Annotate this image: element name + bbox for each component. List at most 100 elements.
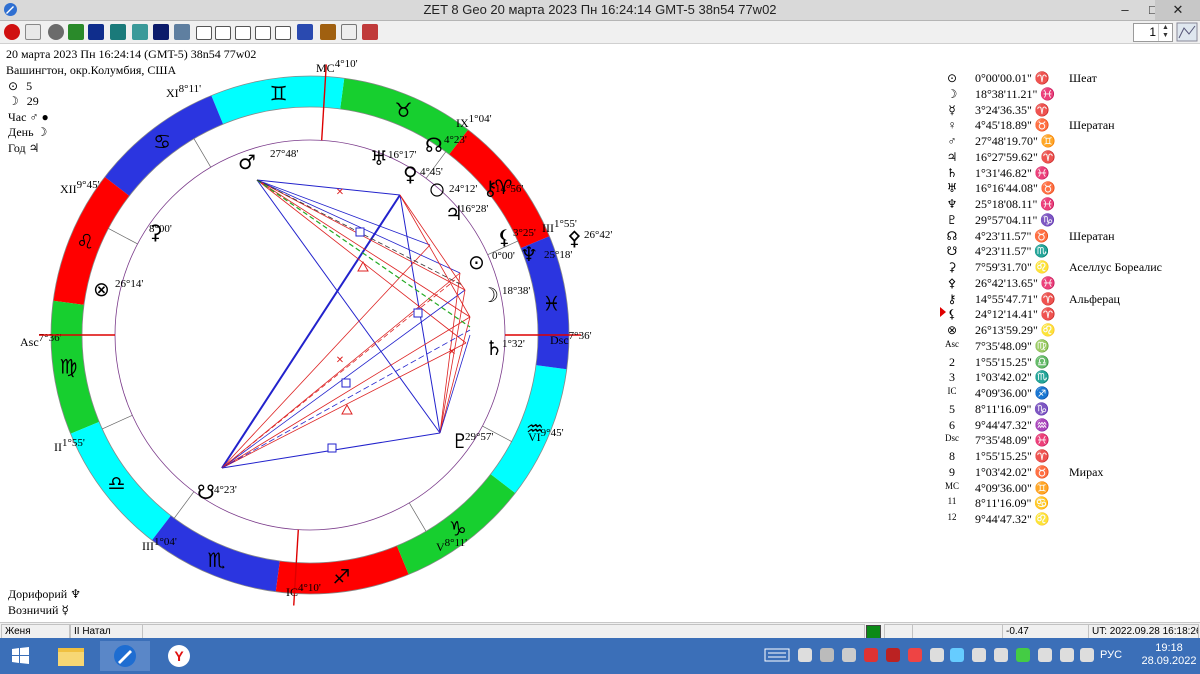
position-glyph: Dsc bbox=[945, 433, 959, 443]
tray-icon[interactable] bbox=[886, 648, 900, 662]
zodiac-wheel-icon[interactable] bbox=[25, 24, 41, 40]
position-value: 7°59'31.70" ♌ bbox=[975, 260, 1050, 274]
page-spinner-value: 1 bbox=[1149, 25, 1156, 39]
file-explorer-icon[interactable] bbox=[50, 641, 92, 671]
tray-icon[interactable] bbox=[972, 648, 986, 662]
tray-icon[interactable] bbox=[820, 648, 834, 662]
yandex-browser-icon[interactable]: Y bbox=[158, 641, 200, 671]
position-glyph: Asc bbox=[945, 339, 959, 349]
tools-icon[interactable] bbox=[320, 24, 336, 40]
position-star: Альферац bbox=[1069, 292, 1120, 306]
status-cell bbox=[884, 624, 913, 639]
language-indicator[interactable]: РУС bbox=[1100, 649, 1122, 661]
tray-icon[interactable] bbox=[1016, 648, 1030, 662]
zodiac-sign-glyph: ♍ bbox=[60, 354, 78, 378]
position-glyph: 6 bbox=[949, 418, 955, 432]
status-bar: Женя II Натал -0.47 UT: 2022.09.28 16:18… bbox=[0, 622, 1200, 639]
zet-app-icon[interactable] bbox=[100, 641, 150, 671]
position-glyph: ♇ bbox=[946, 213, 958, 227]
position-glyph: ⚴ bbox=[947, 276, 957, 290]
page-spinner[interactable]: 1 ▲ ▼ bbox=[1133, 23, 1173, 42]
planet-degree: 26°14' bbox=[115, 278, 143, 290]
tray-icon[interactable] bbox=[950, 648, 964, 662]
position-glyph: 8 bbox=[949, 449, 955, 463]
cusp-degree: 8°11' bbox=[445, 537, 467, 549]
map-icon[interactable] bbox=[68, 24, 84, 40]
tray-icon[interactable] bbox=[930, 648, 944, 662]
cusp-degree: 7°36' bbox=[569, 330, 592, 342]
close-button[interactable]: ✕ bbox=[1155, 0, 1200, 20]
clock[interactable]: 19:18 28.09.2022 bbox=[1140, 642, 1198, 668]
position-glyph: ♀ bbox=[947, 118, 957, 132]
planet-glyph: ♀ bbox=[403, 162, 418, 186]
cusp-name: IX bbox=[456, 116, 469, 130]
cusp-name: VI bbox=[528, 430, 541, 444]
position-value: 1°55'15.25" ♈ bbox=[975, 449, 1050, 463]
position-value: 1°03'42.02" ♉ bbox=[975, 465, 1050, 479]
position-glyph: ⚸ bbox=[947, 307, 957, 321]
natal-chart-wheel[interactable]: ♈♉♊♋♌♍♎♏♐♑♒♓MC4°10'XI8°11'XII9°45'Asc7°3… bbox=[0, 45, 940, 620]
planet-degree: 16°28' bbox=[460, 203, 488, 215]
tray-icon[interactable] bbox=[842, 648, 856, 662]
tray-icon[interactable] bbox=[1038, 648, 1052, 662]
position-star: Шератан bbox=[1069, 118, 1115, 132]
flag-icon[interactable] bbox=[362, 24, 378, 40]
aspect-icon[interactable] bbox=[174, 24, 190, 40]
cusp-name: III bbox=[142, 539, 154, 553]
table-icon[interactable] bbox=[110, 24, 126, 40]
status-cell2 bbox=[912, 624, 1003, 639]
status-ut: UT: 2022.09.28 16:18:26 bbox=[1088, 624, 1199, 639]
window5-icon[interactable] bbox=[275, 26, 291, 40]
position-value: 3°24'36.35" ♈ bbox=[975, 103, 1050, 117]
book-icon[interactable] bbox=[153, 24, 169, 40]
position-value: 4°23'11.57" ♏ bbox=[975, 244, 1050, 258]
gear-icon[interactable] bbox=[4, 24, 20, 40]
planet-degree: 4°23' bbox=[214, 484, 237, 496]
window4-icon[interactable] bbox=[255, 26, 271, 40]
planet-marker[interactable]: ⚴ 26°42' bbox=[567, 226, 612, 250]
position-value: 4°23'11.57" ♉ bbox=[975, 229, 1050, 243]
disc-icon[interactable] bbox=[48, 24, 64, 40]
spin-arrows-icon[interactable]: ▲ ▼ bbox=[1158, 24, 1172, 41]
position-value: 16°27'59.62" ♈ bbox=[975, 150, 1056, 164]
planet-glyph: ⊗ bbox=[93, 277, 110, 301]
house-cusp-label: MC4°10' bbox=[316, 58, 358, 75]
tray-icon[interactable] bbox=[908, 648, 922, 662]
planet-glyph: ♂ bbox=[238, 150, 256, 174]
minimize-button[interactable]: – bbox=[1110, 0, 1140, 20]
grid-icon[interactable] bbox=[132, 24, 148, 40]
tray-icon[interactable] bbox=[1060, 648, 1074, 662]
keyboard-icon[interactable] bbox=[764, 648, 790, 662]
globe-icon[interactable] bbox=[297, 24, 313, 40]
aspect-square-marker bbox=[341, 378, 351, 388]
tray-icon[interactable] bbox=[994, 648, 1008, 662]
tray-icon[interactable] bbox=[864, 648, 878, 662]
planet-glyph: ☋ bbox=[197, 480, 215, 504]
zodiac-sign-glyph: ♌ bbox=[76, 229, 94, 253]
position-glyph: MC bbox=[945, 481, 960, 491]
position-glyph: ☊ bbox=[946, 229, 958, 243]
status-value: -0.47 bbox=[1002, 624, 1089, 639]
map-side-icon[interactable] bbox=[1176, 22, 1198, 42]
planet-degree: 3°25' bbox=[513, 227, 536, 239]
position-glyph: ☽ bbox=[946, 87, 958, 101]
calendar-icon[interactable] bbox=[88, 24, 104, 40]
window3-icon[interactable] bbox=[235, 26, 251, 40]
planet-degree: 29°57' bbox=[465, 431, 493, 443]
cusp-degree: 7°36' bbox=[39, 332, 62, 344]
window2-icon[interactable] bbox=[215, 26, 231, 40]
position-glyph: ♆ bbox=[946, 197, 958, 211]
tray-icon[interactable] bbox=[798, 648, 812, 662]
window-title: ZET 8 Geo 20 марта 2023 Пн 16:24:14 GMT-… bbox=[423, 2, 777, 17]
zodiac-sign-glyph: ♋ bbox=[153, 130, 171, 154]
planet-degree: 26°42' bbox=[584, 229, 612, 241]
position-glyph: IC bbox=[947, 386, 957, 396]
start-button[interactable] bbox=[0, 641, 42, 671]
planet-degree: 14°56' bbox=[495, 183, 523, 195]
planet-degree: 4°23' bbox=[444, 134, 467, 146]
text-icon[interactable] bbox=[341, 24, 357, 40]
position-glyph: ♃ bbox=[946, 150, 958, 164]
window-icon[interactable] bbox=[196, 26, 212, 40]
status-name: Женя bbox=[1, 624, 70, 639]
tray-icon[interactable] bbox=[1080, 648, 1094, 662]
